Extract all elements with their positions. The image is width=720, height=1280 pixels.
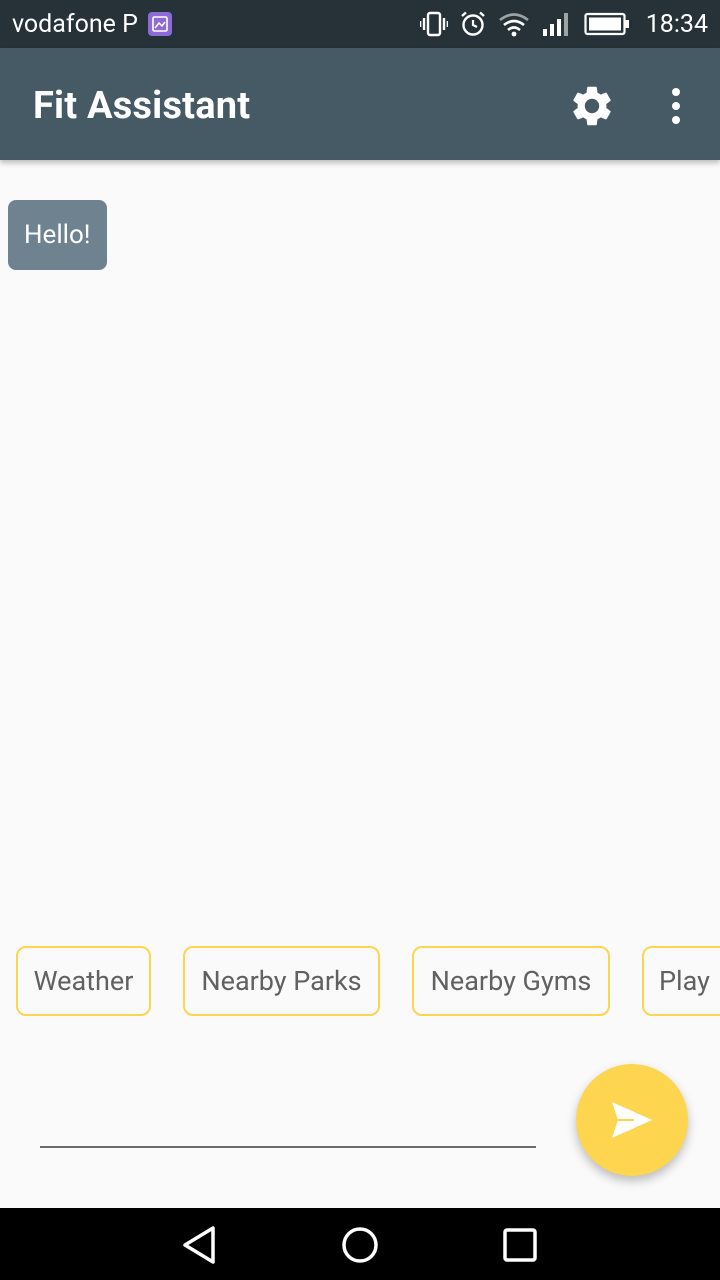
navigation-bar: [0, 1208, 720, 1280]
message-input[interactable]: [40, 1096, 536, 1144]
vibrate-icon: [419, 11, 448, 37]
chat-message-text: Hello!: [24, 220, 91, 250]
signal-icon: [542, 11, 572, 37]
chip-play[interactable]: Play: [642, 946, 720, 1016]
back-icon: [183, 1226, 215, 1264]
wifi-icon: [498, 11, 530, 37]
alarm-icon: [460, 11, 486, 37]
chip-nearby-gyms[interactable]: Nearby Gyms: [412, 946, 610, 1016]
carrier-group: vodafone P: [12, 10, 172, 39]
chip-label: Nearby Gyms: [430, 965, 592, 997]
status-bar: vodafone P 18:34: [0, 0, 720, 48]
back-button[interactable]: [179, 1224, 221, 1266]
recents-button[interactable]: [499, 1224, 541, 1266]
recents-icon: [503, 1228, 537, 1262]
carrier-name: vodafone P: [12, 9, 138, 39]
home-icon: [342, 1227, 378, 1263]
send-icon: [612, 1102, 652, 1138]
chip-nearby-parks[interactable]: Nearby Parks: [183, 946, 380, 1016]
chip-label: Play: [659, 965, 710, 997]
status-icons: 18:34: [419, 9, 708, 39]
chip-weather[interactable]: Weather: [16, 946, 151, 1016]
chip-label: Nearby Parks: [201, 965, 362, 997]
gallery-notification-icon: [147, 12, 172, 36]
status-time: 18:34: [645, 9, 708, 39]
settings-button[interactable]: [568, 82, 616, 130]
screen: vodafone P 18:34 Fit Assistant Hello! We…: [0, 0, 720, 1280]
send-button[interactable]: [576, 1064, 688, 1176]
app-bar: Fit Assistant: [0, 48, 720, 160]
input-underline: [40, 1146, 536, 1148]
battery-icon: [584, 12, 630, 36]
overflow-menu-button[interactable]: [656, 82, 696, 130]
chip-label: Weather: [33, 965, 134, 997]
app-title: Fit Assistant: [33, 84, 251, 128]
chat-bubble-bot: Hello!: [8, 200, 107, 270]
settings-icon: [573, 86, 611, 126]
more-vert-icon: [672, 88, 680, 124]
home-button[interactable]: [339, 1224, 381, 1266]
